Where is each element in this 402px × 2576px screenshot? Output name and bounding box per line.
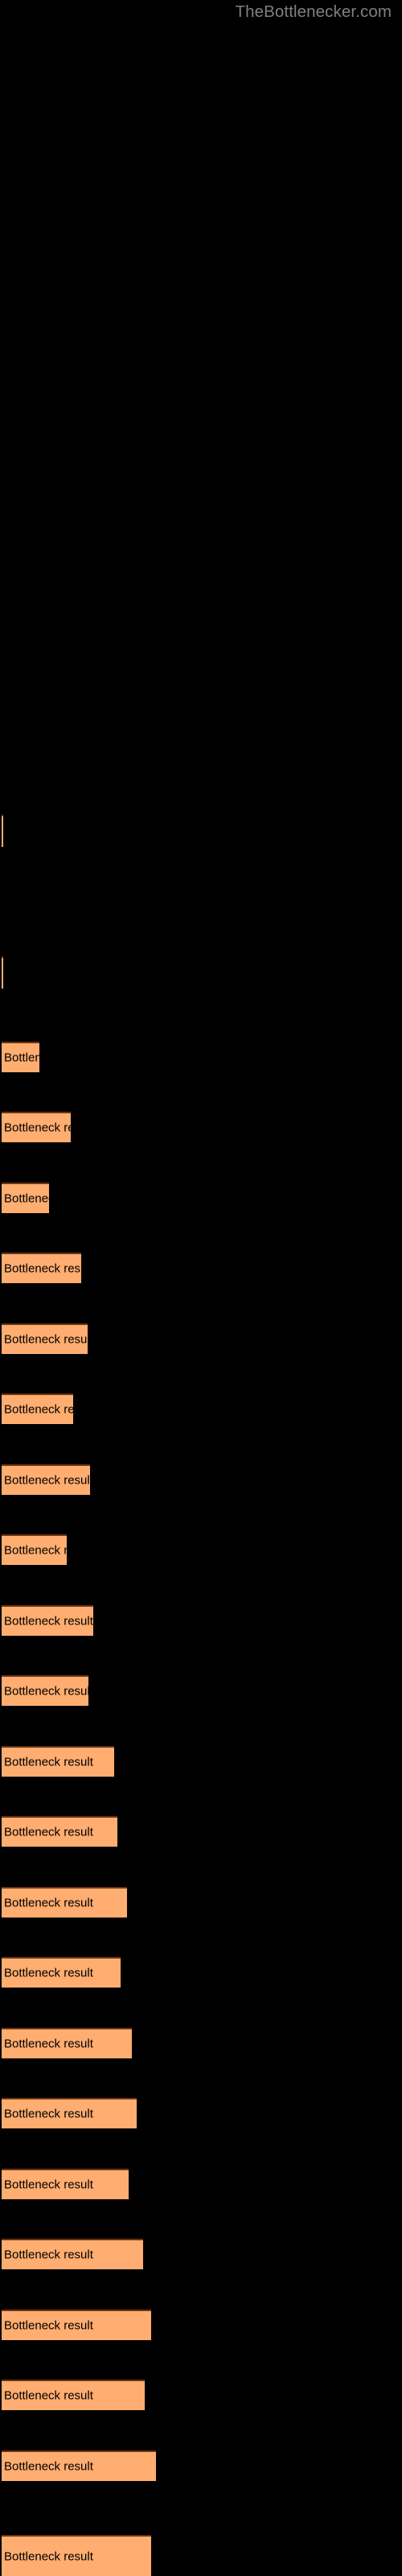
bar-label: Bottleneck result (4, 1402, 73, 1417)
bar-bottleneck-result: Bottleneck result (2, 1253, 81, 1283)
bar-label: Bottleneck result (4, 1755, 93, 1769)
bar-row: Bottleneck result (0, 2028, 402, 2058)
bar-bottleneck-result: Bottleneck result (2, 1675, 88, 1706)
bar-row: Bottleneck result (0, 1183, 402, 1213)
bar-row: Bottleneck result (0, 2098, 402, 2128)
bar-row: Bottleneck result (0, 956, 402, 989)
bar-label: Bottleneck result (4, 2459, 93, 2474)
bar-bottleneck-result: Bottleneck result (2, 1323, 88, 1354)
bar-bottleneck-result: Bottleneck result (2, 1183, 49, 1213)
bar-bottleneck-result: Bottleneck result (2, 2098, 137, 2128)
bar-row: Bottleneck result (0, 1675, 402, 1706)
bar-row: Bottleneck result (0, 1253, 402, 1283)
bar-row: Bottleneck result (0, 1957, 402, 1988)
bar-bottleneck-result: Bottleneck result (2, 1042, 39, 1072)
bar-label: Bottleneck result (4, 1121, 71, 1135)
bar-label: Bottleneck result (4, 1684, 88, 1699)
bar-bottleneck-result: Bottleneck result (2, 1464, 90, 1495)
bar-row: Bottleneck result (0, 1042, 402, 1072)
bar-row: Bottleneck result (0, 1746, 402, 1777)
bar-row: Bottleneck result (0, 2450, 402, 2481)
bar-bottleneck-result: Bottleneck result (2, 2239, 143, 2269)
bar-bottleneck-result: Bottleneck result (2, 956, 3, 989)
bar-label: Bottleneck result (4, 2107, 93, 2121)
bar-row: Bottleneck result (0, 2310, 402, 2340)
bar-row: Bottleneck result (0, 2239, 402, 2269)
bar-label: Bottleneck result (4, 2037, 93, 2051)
bar-label: Bottleneck result (4, 2318, 93, 2333)
bar-row: Bottleneck result (0, 815, 402, 847)
bar-row: Bottleneck result (0, 1534, 402, 1565)
bar-bottleneck-result: Bottleneck result (2, 2450, 156, 2481)
bar-bottleneck-result: Bottleneck result (2, 1112, 71, 1142)
bar-bottleneck-result: Bottleneck result (2, 1816, 117, 1847)
bar-row: Bottleneck result (0, 1393, 402, 1424)
bar-row: Bottleneck result (0, 1323, 402, 1354)
bar-row: Bottleneck result (0, 1112, 402, 1142)
page-root: TheBottlenecker.com Bottleneck resultBot… (0, 0, 402, 2576)
bar-bottleneck-result: Bottleneck result (2, 1957, 121, 1988)
bar-label: Bottleneck result (4, 1825, 93, 1839)
bar-row: Bottleneck result (0, 2380, 402, 2410)
bar-label: Bottleneck result (4, 1473, 90, 1488)
bar-bottleneck-result: Bottleneck result (2, 1887, 127, 1918)
bar-bottleneck-result: Bottleneck result (2, 2169, 129, 2199)
bar-label: Bottleneck result (4, 2388, 93, 2403)
bar-label: Bottleneck result (4, 1966, 93, 1980)
bar-label: Bottleneck result (4, 1191, 49, 1206)
bar-row: Bottleneck result (0, 1816, 402, 1847)
bar-label: Bottleneck result (4, 1332, 88, 1347)
bar-label: Bottleneck result (4, 1261, 81, 1276)
bar-label: Bottleneck result (4, 1051, 39, 1065)
bar-bottleneck-result: Bottleneck result (2, 1605, 93, 1636)
bar-bottleneck-result: Bottleneck result (2, 1746, 114, 1777)
bar-chart-plot-area: Bottleneck result Bottleneck result Bottle… (0, 0, 402, 2576)
bar-bottleneck-result: Bottleneck result (2, 815, 3, 847)
bar-bottleneck-result: Bottleneck result (2, 2380, 145, 2410)
bar-row: Bottleneck result (0, 1464, 402, 1495)
bar-label: Bottleneck result (4, 2178, 93, 2192)
bar-label: Bottleneck result (4, 2248, 93, 2262)
bar-row: Bottleneck result (0, 2535, 402, 2576)
bar-bottleneck-result: Bottleneck result (2, 1393, 73, 1424)
bar-row: Bottleneck result (0, 2169, 402, 2199)
bar-row: Bottleneck result (0, 1605, 402, 1636)
bar-bottleneck-result: Bottleneck result (2, 1534, 67, 1565)
bar-label: Bottleneck result (4, 2549, 93, 2563)
bar-bottleneck-result: Bottleneck result (2, 2028, 132, 2058)
bar-label: Bottleneck result (4, 1614, 93, 1629)
bar-label: Bottleneck result (4, 1896, 93, 1910)
bar-label: Bottleneck result (4, 1543, 67, 1558)
bar-bottleneck-result: Bottleneck result (2, 2535, 151, 2576)
bar-row: Bottleneck result (0, 1887, 402, 1918)
bar-bottleneck-result: Bottleneck result (2, 2310, 151, 2340)
